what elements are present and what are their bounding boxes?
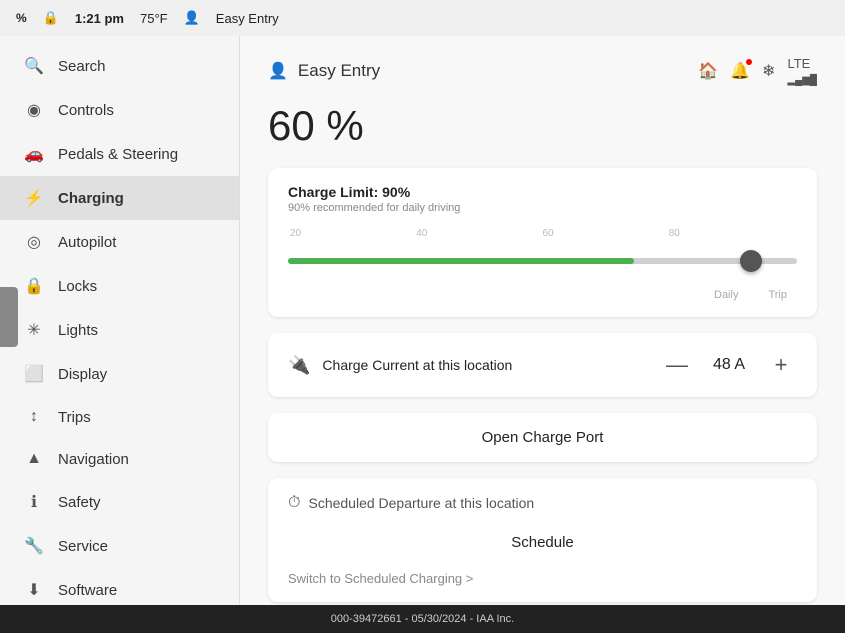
autopilot-icon: ◎ [24, 232, 44, 252]
sidebar-label-software: Software [58, 582, 117, 599]
sidebar-label-charging: Charging [58, 190, 124, 207]
content-profile-icon: 👤 [268, 61, 288, 81]
percent-display: 60 % [268, 102, 817, 150]
charge-current-section: 🔌 Charge Current at this location — 48 A… [268, 333, 817, 397]
software-icon: ⬇ [24, 580, 44, 600]
trip-label: Trip [768, 289, 787, 301]
sidebar-item-controls[interactable]: ◉ Controls [0, 88, 239, 132]
scheduled-icon: ⏱ [288, 494, 300, 512]
sidebar-item-autopilot[interactable]: ◎ Autopilot [0, 220, 239, 264]
schedule-button[interactable]: Schedule [288, 526, 797, 559]
sidebar-label-trips: Trips [58, 409, 91, 426]
temperature: 75°F [140, 11, 168, 26]
tick-40: 40 [416, 228, 427, 239]
bell-icon[interactable]: 🔔 [730, 61, 750, 81]
controls-icon: ◉ [24, 100, 44, 120]
sidebar-label-navigation: Navigation [58, 451, 129, 468]
sidebar-item-navigation[interactable]: ▲ Navigation [0, 438, 239, 480]
sidebar-item-service[interactable]: 🔧 Service [0, 524, 239, 568]
sidebar-label-pedals: Pedals & Steering [58, 146, 178, 163]
charge-limit-title: Charge Limit: 90% [288, 184, 797, 200]
notification-dot [746, 59, 752, 65]
sidebar-item-search[interactable]: 🔍 Search [0, 44, 239, 88]
sidebar-item-lights[interactable]: ✳ Lights [0, 308, 239, 352]
daily-label: Daily [714, 289, 738, 301]
tick-80: 80 [669, 228, 680, 239]
sidebar-label-autopilot: Autopilot [58, 234, 116, 251]
sidebar-label-search: Search [58, 58, 106, 75]
header-icons: 🏠 🔔 ❄ LTE▂▄▆█ [698, 56, 817, 86]
increase-current-button[interactable]: + [765, 349, 797, 381]
profile-label-status: Easy Entry [216, 11, 279, 26]
current-time: 1:21 pm [75, 11, 124, 26]
snowflake-icon[interactable]: ❄ [762, 61, 775, 81]
sidebar: 🔍 Search ◉ Controls 🚗 Pedals & Steering … [0, 36, 240, 605]
battery-indicator: % [16, 11, 27, 25]
charge-limit-slider[interactable] [288, 241, 797, 281]
sidebar-label-safety: Safety [58, 494, 101, 511]
sidebar-label-locks: Locks [58, 278, 97, 295]
slider-tick-labels: 20 40 60 80 [290, 228, 795, 239]
charge-current-left: 🔌 Charge Current at this location [288, 355, 512, 376]
lights-icon: ✳ [24, 320, 44, 340]
scheduled-departure-section: ⏱ Scheduled Departure at this location S… [268, 478, 817, 602]
current-value: 48 A [713, 356, 745, 374]
sidebar-label-controls: Controls [58, 102, 114, 119]
locks-icon: 🔒 [24, 276, 44, 296]
charge-limit-section: Charge Limit: 90% 90% recommended for da… [268, 168, 817, 317]
sidebar-item-pedals[interactable]: 🚗 Pedals & Steering [0, 132, 239, 176]
content-title: Easy Entry [298, 61, 380, 81]
charge-current-label: Charge Current at this location [322, 357, 512, 373]
scheduled-title: ⏱ Scheduled Departure at this location [288, 494, 797, 512]
daily-trip-container: Daily Trip [288, 289, 797, 301]
search-icon: 🔍 [24, 56, 44, 76]
service-icon: 🔧 [24, 536, 44, 556]
charge-limit-subtitle: 90% recommended for daily driving [288, 202, 797, 214]
lock-icon: 🔒 [43, 10, 59, 26]
charge-current-controls: — 48 A + [661, 349, 797, 381]
tick-60: 60 [543, 228, 554, 239]
sidebar-item-locks[interactable]: 🔒 Locks [0, 264, 239, 308]
sidebar-label-display: Display [58, 366, 107, 383]
status-bar: % 🔒 1:21 pm 75°F 👤 Easy Entry [0, 0, 845, 36]
display-icon: ⬜ [24, 364, 44, 384]
main-content: 👤 Easy Entry 🏠 🔔 ❄ LTE▂▄▆█ 60 % Charge L… [240, 36, 845, 605]
left-edge-tab[interactable] [0, 287, 18, 347]
content-header: 👤 Easy Entry 🏠 🔔 ❄ LTE▂▄▆█ [268, 56, 817, 86]
switch-to-scheduled-link[interactable]: Switch to Scheduled Charging > [288, 571, 797, 586]
house-icon[interactable]: 🏠 [698, 61, 718, 81]
sidebar-item-trips[interactable]: ↕ Trips [0, 396, 239, 438]
tick-20: 20 [290, 228, 301, 239]
safety-icon: ℹ [24, 492, 44, 512]
decrease-current-button[interactable]: — [661, 349, 693, 381]
slider-thumb[interactable] [740, 250, 762, 272]
charge-plug-icon: 🔌 [288, 355, 310, 376]
navigation-icon: ▲ [24, 450, 44, 468]
profile-icon-status: 👤 [184, 10, 200, 26]
footer-text: 000-39472661 - 05/30/2024 - IAA Inc. [331, 613, 514, 625]
charging-icon: ⚡ [24, 188, 44, 208]
open-charge-port-button[interactable]: Open Charge Port [268, 413, 817, 462]
slider-fill [288, 258, 634, 264]
sidebar-item-charging[interactable]: ⚡ Charging [0, 176, 239, 220]
sidebar-item-software[interactable]: ⬇ Software [0, 568, 239, 605]
sidebar-item-safety[interactable]: ℹ Safety [0, 480, 239, 524]
sidebar-label-service: Service [58, 538, 108, 555]
trips-icon: ↕ [24, 408, 44, 426]
signal-icon: LTE▂▄▆█ [787, 56, 817, 86]
sidebar-label-lights: Lights [58, 322, 98, 339]
footer-bar: 000-39472661 - 05/30/2024 - IAA Inc. [0, 605, 845, 633]
sidebar-item-display[interactable]: ⬜ Display [0, 352, 239, 396]
scheduled-title-text: Scheduled Departure at this location [308, 495, 534, 511]
pedals-icon: 🚗 [24, 144, 44, 164]
